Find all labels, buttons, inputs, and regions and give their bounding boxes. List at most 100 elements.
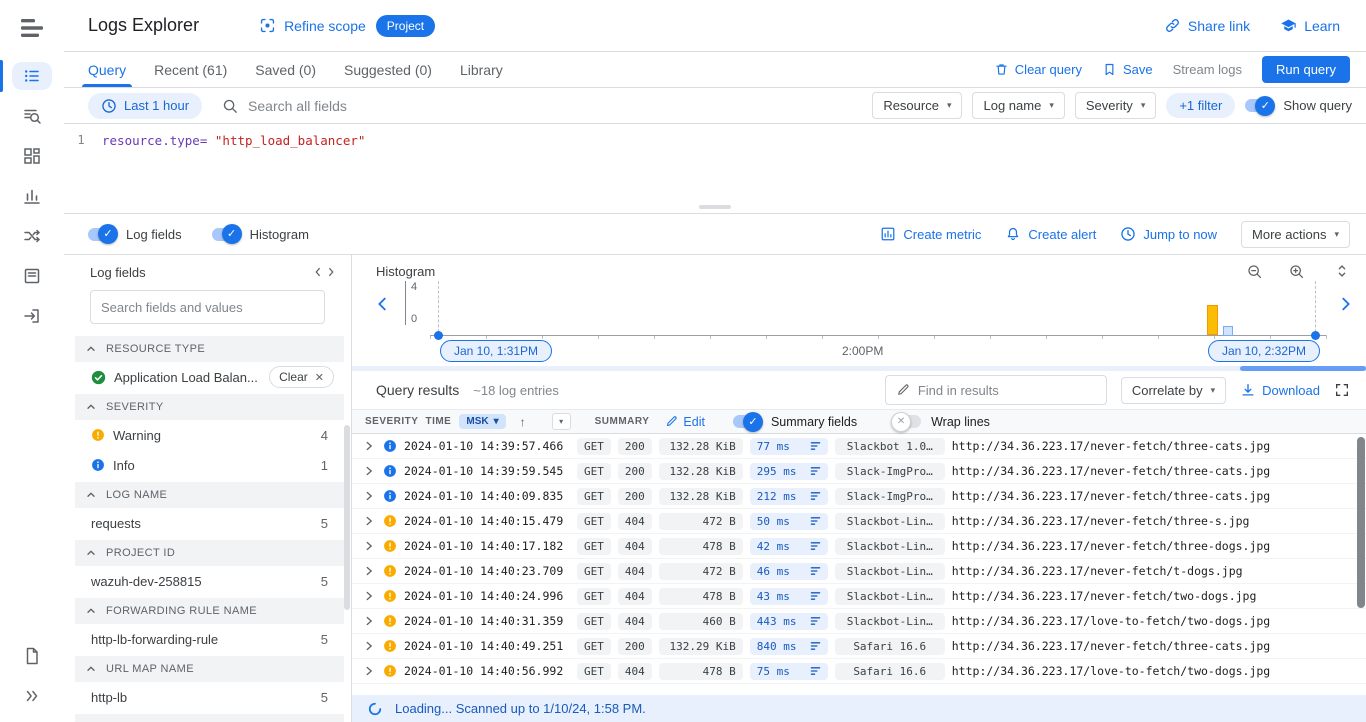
response-size-chip[interactable]: 478 B <box>659 588 743 605</box>
response-size-chip[interactable]: 478 B <box>659 663 743 680</box>
field-section-url-map-name[interactable]: URL MAP NAME <box>75 656 344 682</box>
field-value-application-load-balan[interactable]: Application Load Balan...Clear✕ <box>75 362 344 392</box>
method-chip[interactable]: GET <box>577 663 611 680</box>
severity-filter-dropdown[interactable]: Severity ▾ <box>1075 92 1157 119</box>
find-in-results-input[interactable] <box>918 383 1096 398</box>
latency-chip[interactable]: 212 ms <box>750 488 828 505</box>
response-size-chip[interactable]: 132.28 KiB <box>659 438 743 455</box>
status-code-chip[interactable]: 200 <box>618 488 652 505</box>
latency-chip[interactable]: 77 ms <box>750 438 828 455</box>
tab-saved-0[interactable]: Saved (0) <box>241 52 330 87</box>
field-value-http-lb[interactable]: http-lb5 <box>75 682 344 712</box>
log-entry-row[interactable]: 2024-01-10 14:40:17.182GET404478 B42 msS… <box>352 534 1366 559</box>
show-query-toggle[interactable]: ✓ Show query <box>1245 98 1352 113</box>
response-size-chip[interactable]: 132.29 KiB <box>659 638 743 655</box>
expand-row-icon[interactable] <box>362 564 376 578</box>
method-chip[interactable]: GET <box>577 588 611 605</box>
log-entry-row[interactable]: 2024-01-10 14:40:24.996GET404478 B43 msS… <box>352 584 1366 609</box>
expand-row-icon[interactable] <box>362 464 376 478</box>
wrap-lines-toggle[interactable]: ✕ Wrap lines <box>893 415 990 429</box>
clear-filter-chip[interactable]: Clear✕ <box>269 366 334 388</box>
run-query-button[interactable]: Run query <box>1262 56 1350 83</box>
expand-row-icon[interactable] <box>362 514 376 528</box>
response-size-chip[interactable]: 478 B <box>659 538 743 555</box>
response-size-chip[interactable]: 460 B <box>659 613 743 630</box>
field-section-severity[interactable]: SEVERITY <box>75 394 344 420</box>
status-code-chip[interactable]: 404 <box>618 538 652 555</box>
expand-row-icon[interactable] <box>362 639 376 653</box>
log-name-filter-dropdown[interactable]: Log name ▾ <box>972 92 1064 119</box>
method-chip[interactable]: GET <box>577 488 611 505</box>
field-value-http-lb-forwarding-rule[interactable]: http-lb-forwarding-rule5 <box>75 624 344 654</box>
method-chip[interactable]: GET <box>577 613 611 630</box>
nav-release-notes[interactable] <box>0 636 64 676</box>
nav-logs-explorer[interactable] <box>0 56 64 96</box>
user-agent-chip[interactable]: Safari 16.6 <box>835 663 945 680</box>
sort-ascending-icon[interactable]: ↑ <box>520 415 526 429</box>
expand-histogram-icon[interactable] <box>1334 263 1350 279</box>
field-section-project-id[interactable]: PROJECT ID <box>75 540 344 566</box>
range-end-handle[interactable] <box>1311 331 1320 340</box>
response-size-chip[interactable]: 132.28 KiB <box>659 488 743 505</box>
log-entry-row[interactable]: 2024-01-10 14:40:56.992GET404478 B75 msS… <box>352 659 1366 684</box>
field-value-info[interactable]: Info1 <box>75 450 344 480</box>
tab-query[interactable]: Query <box>74 52 140 87</box>
log-fields-search-input[interactable] <box>101 300 314 315</box>
log-fields-scrollbar[interactable] <box>344 425 350 610</box>
status-code-chip[interactable]: 404 <box>618 613 652 630</box>
range-end-label[interactable]: Jan 10, 2:32PM <box>1208 340 1320 362</box>
project-scope-badge[interactable]: Project <box>376 15 435 37</box>
method-chip[interactable]: GET <box>577 563 611 580</box>
fullscreen-icon[interactable] <box>1334 382 1350 398</box>
latency-chip[interactable]: 443 ms <box>750 613 828 630</box>
learn-button[interactable]: Learn <box>1280 17 1340 34</box>
status-code-chip[interactable]: 404 <box>618 563 652 580</box>
tab-library[interactable]: Library <box>446 52 517 87</box>
share-link-button[interactable]: Share link <box>1164 17 1250 34</box>
latency-chip[interactable]: 42 ms <box>750 538 828 555</box>
timezone-chip[interactable]: MSK ▾ <box>459 414 505 429</box>
expand-row-icon[interactable] <box>362 439 376 453</box>
correlate-by-dropdown[interactable]: Correlate by ▾ <box>1121 377 1226 404</box>
histogram-bar[interactable] <box>1207 305 1218 335</box>
status-code-chip[interactable]: 404 <box>618 588 652 605</box>
user-agent-chip[interactable]: Slackbot 1.0… <box>835 438 945 455</box>
log-entry-row[interactable]: 2024-01-10 14:39:57.466GET200132.28 KiB7… <box>352 434 1366 459</box>
collapse-panel-icon[interactable] <box>312 266 337 278</box>
histogram-plot[interactable] <box>430 281 1326 337</box>
field-section-resource-type[interactable]: RESOURCE TYPE <box>75 336 344 362</box>
field-value-requests[interactable]: requests5 <box>75 508 344 538</box>
histogram-prev-button[interactable] <box>376 295 389 313</box>
latency-chip[interactable]: 75 ms <box>750 663 828 680</box>
field-section-forwarding-rule-name[interactable]: FORWARDING RULE NAME <box>75 598 344 624</box>
results-scrollbar[interactable] <box>1357 437 1365 608</box>
latency-chip[interactable]: 43 ms <box>750 588 828 605</box>
edit-summary-button[interactable]: Edit <box>665 415 705 429</box>
expand-row-icon[interactable] <box>362 589 376 603</box>
range-start-handle[interactable] <box>434 331 443 340</box>
log-entry-row[interactable]: 2024-01-10 14:40:31.359GET404460 B443 ms… <box>352 609 1366 634</box>
zoom-in-icon[interactable] <box>1288 263 1305 280</box>
user-agent-chip[interactable]: Slack-ImgPro… <box>835 463 945 480</box>
method-chip[interactable]: GET <box>577 463 611 480</box>
create-alert-button[interactable]: Create alert <box>1005 226 1096 242</box>
user-agent-chip[interactable]: Slackbot-Lin… <box>835 538 945 555</box>
method-chip[interactable]: GET <box>577 638 611 655</box>
time-column-options[interactable]: ▾ <box>552 413 571 430</box>
latency-chip[interactable]: 50 ms <box>750 513 828 530</box>
range-start-label[interactable]: Jan 10, 1:31PM <box>440 340 552 362</box>
nav-logs-router[interactable] <box>0 216 64 256</box>
latency-chip[interactable]: 840 ms <box>750 638 828 655</box>
user-agent-chip[interactable]: Slackbot-Lin… <box>835 588 945 605</box>
download-button[interactable]: Download <box>1240 382 1320 398</box>
tab-suggested-0[interactable]: Suggested (0) <box>330 52 446 87</box>
field-section-log-name[interactable]: LOG NAME <box>75 482 344 508</box>
expand-row-icon[interactable] <box>362 614 376 628</box>
resource-filter-dropdown[interactable]: Resource ▾ <box>872 92 962 119</box>
status-code-chip[interactable]: 404 <box>618 663 652 680</box>
cloud-logging-logo[interactable] <box>0 0 64 56</box>
response-size-chip[interactable]: 472 B <box>659 513 743 530</box>
clear-query-button[interactable]: Clear query <box>994 62 1082 77</box>
latency-chip[interactable]: 295 ms <box>750 463 828 480</box>
histogram-brush-handle[interactable] <box>1223 326 1233 336</box>
